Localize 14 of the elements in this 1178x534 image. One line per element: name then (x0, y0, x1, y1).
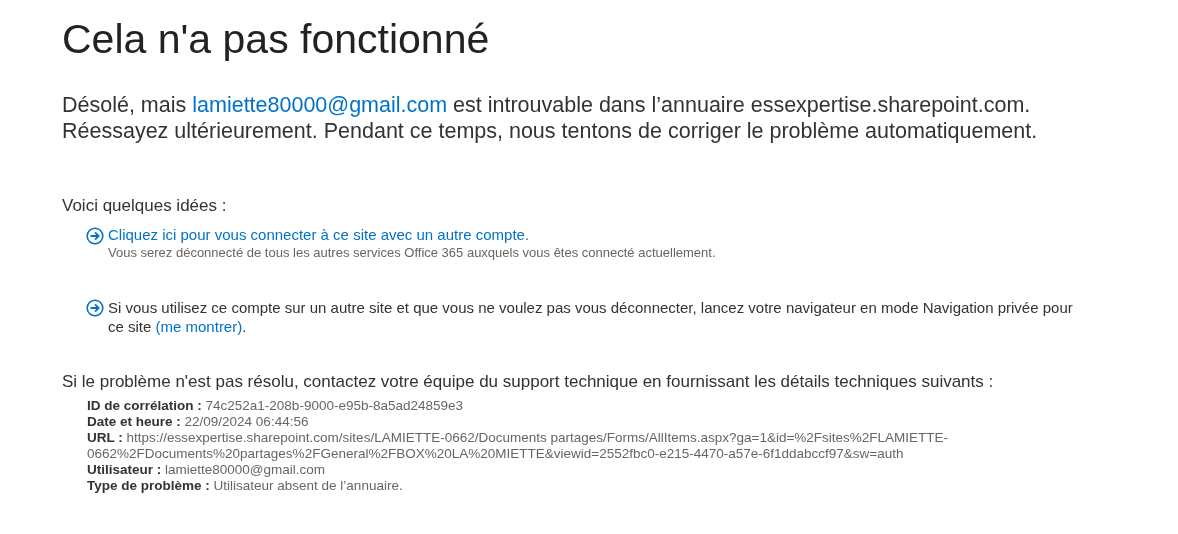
sign-in-link[interactable]: Cliquez ici pour vous connecter à ce site avec un autre compte. (108, 226, 716, 244)
arrow-circle-icon (86, 299, 104, 317)
error-message: Désolé, mais lamiette80000@gmail.com est introuvable dans l’annuaire essexpertise.sharepoint.com. Réessayez ultérieurement. Pendant ce temps, nous tentons de corriger le problème automatiquement. (62, 92, 1039, 144)
detail-line: ID de corrélation : 74c252a1-208b-9000-e95b-8a5ad24859e3 (87, 398, 465, 414)
idea-note: Vous serez déconnecté de tous les autres services Office 365 auxquels vous êtes connecté actuellement. (108, 244, 716, 262)
page-title: Cela n'a pas fonctionné (62, 15, 491, 64)
detail-line: Type de problème : Utilisateur absent de l’annuaire. (87, 478, 404, 494)
idea-text: Si vous utilisez ce compte sur un autre site et que vous ne voulez pas vous déconnecter, lancez votre navigateur en mode Navigation privée pour ce site (me montrer). (108, 298, 1074, 336)
email-link[interactable]: lamiette80000@gmail.com (192, 93, 448, 117)
support-text: Si le problème n'est pas résolu, contactez votre équipe du support technique en fournissant les détails techniques suivants : (62, 372, 995, 392)
detail-line: Utilisateur : lamiette80000@gmail.com (87, 462, 327, 478)
arrow-circle-icon (86, 227, 104, 245)
detail-line: Date et heure : 22/09/2024 06:44:56 (87, 414, 310, 430)
ideas-heading: Voici quelques idées : (62, 196, 228, 216)
